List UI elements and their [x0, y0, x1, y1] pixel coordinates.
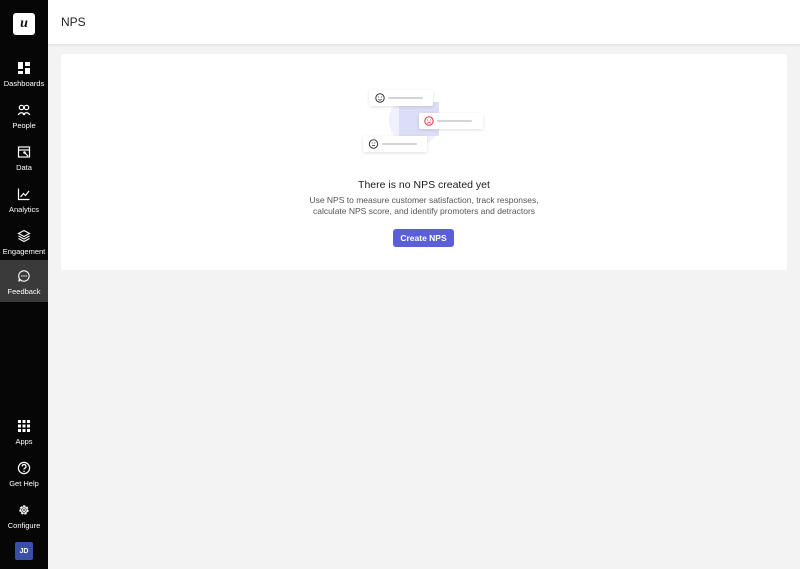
- sidebar: u Dashboards People Data Analytics Engag…: [0, 0, 48, 569]
- help-icon: [17, 461, 31, 475]
- sidebar-item-apps[interactable]: Apps: [0, 414, 48, 456]
- sidebar-item-get-help[interactable]: Get Help: [0, 456, 48, 498]
- sidebar-item-people[interactable]: People: [0, 98, 48, 140]
- people-icon: [17, 104, 31, 116]
- sidebar-item-label: Configure: [7, 521, 41, 530]
- empty-state-description-line: calculate NPS score, and identify promot…: [312, 205, 536, 216]
- empty-state-description: Use NPS to measure customer satisfaction…: [61, 195, 787, 216]
- sidebar-item-data[interactable]: Data: [0, 140, 48, 182]
- dashboard-icon: [18, 62, 30, 74]
- sidebar-item-analytics[interactable]: Analytics: [0, 182, 48, 224]
- sidebar-item-label: Engagement: [2, 247, 46, 256]
- page-title: NPS: [61, 15, 86, 29]
- user-avatar[interactable]: JD: [15, 542, 33, 560]
- data-icon: [17, 146, 31, 158]
- sidebar-item-label: Analytics: [8, 205, 39, 214]
- sidebar-item-label: People: [12, 121, 36, 130]
- sidebar-item-feedback[interactable]: Feedback: [0, 260, 48, 302]
- gear-icon: [19, 505, 29, 515]
- sidebar-item-label: Feedback: [7, 287, 41, 296]
- sidebar-item-label: Get Help: [9, 479, 39, 488]
- nps-empty-illustration: [363, 90, 483, 152]
- apps-grid-icon: [18, 420, 30, 432]
- empty-state-card: There is no NPS created yet Use NPS to m…: [61, 54, 787, 270]
- app-logo[interactable]: u: [13, 13, 35, 35]
- empty-state-title: There is no NPS created yet: [358, 179, 490, 191]
- sidebar-item-label: Dashboards: [3, 79, 45, 88]
- feedback-icon: [18, 270, 30, 282]
- engagement-icon: [17, 229, 31, 243]
- sidebar-item-dashboards[interactable]: Dashboards: [0, 56, 48, 98]
- sidebar-item-label: Data: [16, 163, 32, 172]
- sidebar-item-configure[interactable]: Configure: [0, 498, 48, 540]
- create-nps-button[interactable]: Create NPS: [393, 229, 454, 247]
- top-header: NPS: [48, 0, 800, 45]
- empty-state-description-line: Use NPS to measure customer satisfaction…: [309, 195, 539, 205]
- analytics-icon: [17, 188, 30, 201]
- sidebar-item-label: Apps: [15, 437, 33, 446]
